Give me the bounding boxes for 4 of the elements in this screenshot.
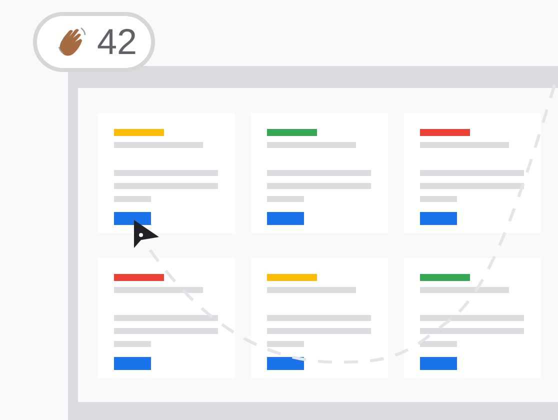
skeleton-button[interactable] — [114, 212, 151, 225]
skeleton-button[interactable] — [267, 357, 304, 370]
clap-count: 42 — [97, 24, 138, 60]
clap-badge[interactable]: 42 — [33, 12, 156, 72]
